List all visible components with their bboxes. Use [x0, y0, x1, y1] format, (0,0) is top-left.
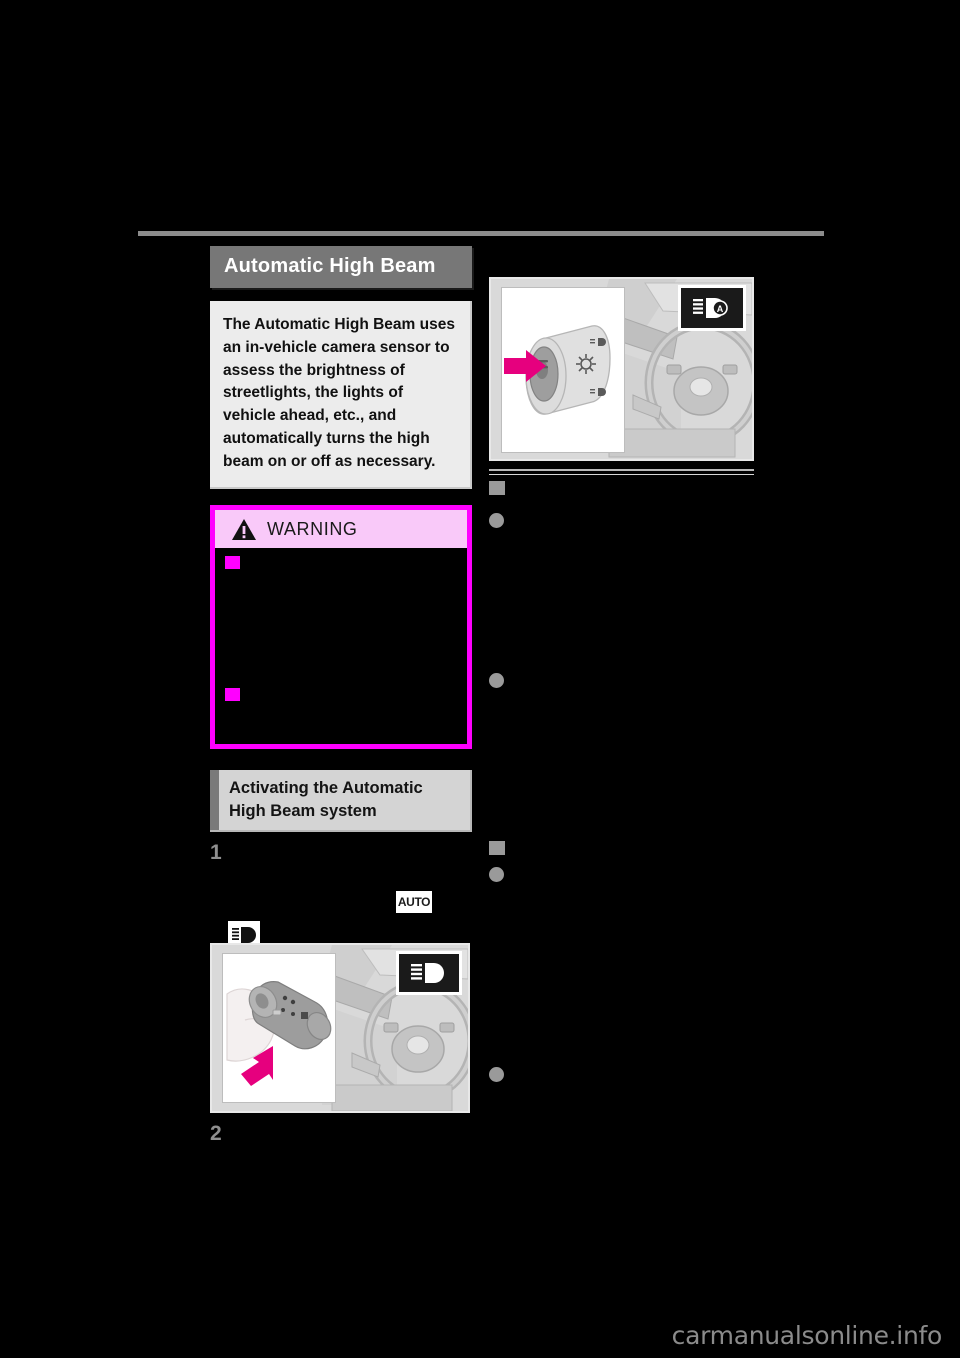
info-heading-marker: [489, 481, 505, 495]
step-number-2: 2: [210, 1122, 222, 1145]
bullet-dot-icon: [489, 673, 504, 688]
step-number-1: 1: [210, 841, 222, 864]
lever-inset: [222, 953, 336, 1103]
manual-page: Automatic High Beam The Automatic High B…: [0, 0, 960, 1358]
warning-body-text: [215, 548, 467, 744]
bullet-dot-icon: [489, 867, 504, 882]
header-rule: [138, 231, 824, 236]
intro-paragraph: The Automatic High Beam uses an in-vehic…: [210, 301, 472, 490]
auto-label: AUTO: [397, 895, 431, 909]
info-bullet-3: [489, 865, 754, 1065]
subsection-heading: Activating the Automatic High Beam syste…: [210, 770, 472, 832]
warning-label: WARNING: [267, 518, 358, 539]
site-watermark: carmanualsonline.info: [671, 1321, 943, 1350]
info-subheading-marker: [489, 841, 505, 855]
automatic-high-beam-indicator-icon: A: [678, 285, 746, 331]
bullet-dot-icon: [489, 1067, 504, 1082]
headlight-switch-dial-illustration: A: [489, 277, 754, 461]
step-2-body: [210, 1146, 472, 1206]
page-title: Automatic High Beam: [210, 246, 472, 288]
subsection-heading-label: Activating the Automatic High Beam syste…: [229, 779, 423, 820]
warning-body: [215, 548, 467, 745]
info-heading: [489, 475, 754, 509]
left-column: Automatic High Beam The Automatic High B…: [210, 246, 472, 1206]
right-column: A: [489, 277, 754, 1185]
warning-box: WARNING: [210, 505, 472, 750]
svg-text:A: A: [717, 304, 724, 314]
high-beam-indicator-icon: [396, 951, 462, 995]
info-bullet-4: [489, 1065, 754, 1185]
headlight-lever-illustration: [210, 943, 470, 1113]
info-bullet-1: [489, 509, 754, 669]
info-bullet-2: [489, 669, 754, 839]
info-subheading: [489, 839, 754, 865]
step-1-body: AUTO: [210, 865, 472, 949]
bullet-dot-icon: [489, 513, 504, 528]
warning-header: WARNING: [215, 510, 467, 549]
subsection-heading-tab: [210, 770, 219, 830]
auto-headlight-icon: AUTO: [396, 891, 432, 913]
warning-triangle-icon: [231, 518, 257, 541]
switch-dial-inset: [501, 287, 625, 453]
